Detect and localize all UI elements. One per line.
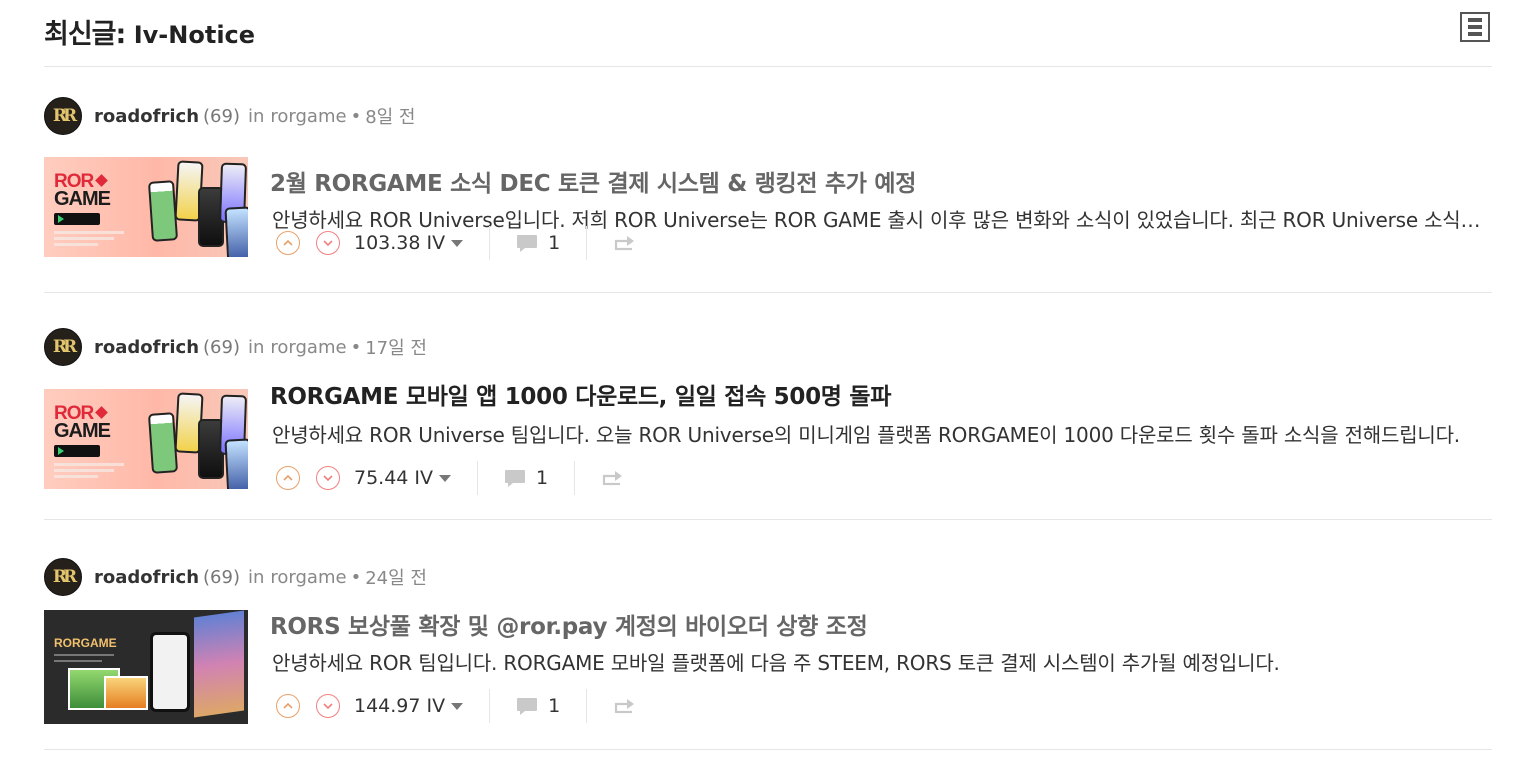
post-item: RR roadofrich (69) in rorgame • 24일 전 RO… [44, 520, 1492, 750]
post-summary[interactable]: 안녕하세요 ROR 팀입니다. RORGAME 모바일 플랫폼에 다음 주 ST… [272, 647, 1484, 676]
post-summary[interactable]: 안녕하세요 ROR Universe 팀입니다. 오늘 ROR Universe… [272, 419, 1472, 448]
caret-down-icon[interactable] [439, 474, 452, 482]
payout-value[interactable]: 75.44 IV [354, 467, 433, 489]
chevron-down-icon[interactable] [316, 231, 340, 255]
comment-count[interactable]: 1 [548, 695, 560, 717]
post-thumbnail[interactable]: ROR GAME [44, 157, 248, 257]
post-time[interactable]: 17일 전 [365, 334, 427, 360]
thumb-brand-text-2: GAME [54, 188, 111, 210]
chevron-up-icon[interactable] [276, 466, 300, 490]
page-title-tag: Iv-Notice [133, 21, 256, 49]
in-label: in [247, 105, 265, 127]
page-title-label: 최신글: [44, 19, 126, 50]
post-title[interactable]: RORGAME 모바일 앱 1000 다운로드, 일일 접속 500명 돌파 [270, 377, 891, 411]
reputation-badge: (69) [203, 336, 240, 358]
caret-down-icon[interactable] [451, 239, 464, 247]
list-view-icon[interactable] [1460, 12, 1490, 42]
post-title[interactable]: RORS 보상풀 확장 및 @ror.pay 계정의 바이오더 상향 조정 [270, 607, 868, 641]
chevron-up-icon[interactable] [276, 231, 300, 255]
chevron-up-icon[interactable] [276, 694, 300, 718]
reblog-icon[interactable] [613, 698, 635, 714]
post-item: RR roadofrich (69) in rorgame • 8일 전 ROR… [44, 63, 1492, 293]
google-play-badge-icon [54, 445, 100, 457]
meta-separator: • [350, 105, 362, 127]
divider [489, 689, 491, 723]
meta-separator: • [350, 336, 362, 358]
page-header: 최신글: Iv-Notice [44, 0, 1492, 67]
comment-icon[interactable] [504, 469, 526, 488]
chevron-down-icon[interactable] [316, 466, 340, 490]
author-link[interactable]: roadofrich [94, 567, 199, 588]
reblog-icon[interactable] [613, 235, 635, 251]
post-time[interactable]: 24일 전 [365, 564, 427, 590]
comment-count[interactable]: 1 [536, 467, 548, 489]
divider [574, 461, 576, 495]
page-title: 최신글: Iv-Notice [44, 12, 255, 51]
post-footer: 144.97 IV 1 [276, 688, 635, 724]
author-link[interactable]: roadofrich [94, 106, 199, 127]
post-meta: RR roadofrich (69) in rorgame • 24일 전 [44, 558, 427, 596]
comment-count[interactable]: 1 [548, 232, 560, 254]
in-label: in [247, 336, 265, 358]
post-meta: RR roadofrich (69) in rorgame • 8일 전 [44, 97, 415, 135]
reputation-badge: (69) [203, 566, 240, 588]
reblog-icon[interactable] [601, 470, 623, 486]
thumb-brand-text-2: GAME [54, 420, 111, 442]
avatar[interactable]: RR [44, 97, 82, 135]
thumb-brand-text: RORGAME [54, 636, 117, 650]
meta-separator: • [350, 566, 362, 588]
comment-icon[interactable] [516, 697, 538, 716]
chevron-down-icon[interactable] [316, 694, 340, 718]
post-title[interactable]: 2월 RORGAME 소식 DEC 토큰 결제 시스템 & 랭킹전 추가 예정 [270, 164, 916, 198]
divider [586, 689, 588, 723]
post-footer: 103.38 IV 1 [276, 225, 635, 261]
category-link[interactable]: rorgame [270, 337, 346, 358]
payout-value[interactable]: 144.97 IV [354, 695, 445, 717]
divider [586, 226, 588, 260]
google-play-badge-icon [54, 213, 100, 225]
reputation-badge: (69) [203, 105, 240, 127]
post-thumbnail[interactable]: RORGAME [44, 610, 248, 724]
post-meta: RR roadofrich (69) in rorgame • 17일 전 [44, 328, 427, 366]
author-link[interactable]: roadofrich [94, 337, 199, 358]
in-label: in [247, 566, 265, 588]
caret-down-icon[interactable] [451, 702, 464, 710]
avatar[interactable]: RR [44, 558, 82, 596]
post-item: RR roadofrich (69) in rorgame • 17일 전 RO… [44, 292, 1492, 520]
post-thumbnail[interactable]: ROR GAME [44, 389, 248, 489]
divider [489, 226, 491, 260]
category-link[interactable]: rorgame [270, 567, 346, 588]
post-footer: 75.44 IV 1 [276, 460, 623, 496]
avatar[interactable]: RR [44, 328, 82, 366]
payout-value[interactable]: 103.38 IV [354, 232, 445, 254]
post-time[interactable]: 8일 전 [365, 103, 415, 129]
comment-icon[interactable] [516, 234, 538, 253]
divider [477, 461, 479, 495]
category-link[interactable]: rorgame [270, 106, 346, 127]
